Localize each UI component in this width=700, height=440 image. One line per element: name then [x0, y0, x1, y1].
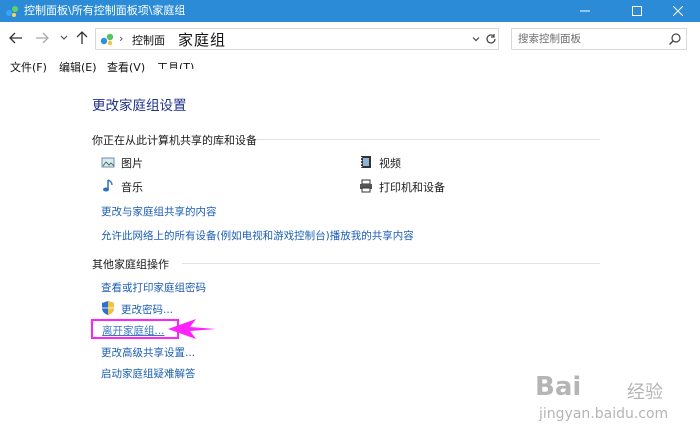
menu-file[interactable]: 文件(F)	[10, 59, 47, 75]
page-title: 更改家庭组设置	[92, 98, 187, 114]
pictures-label: 图片	[121, 157, 143, 170]
homegroup-icon	[100, 33, 114, 46]
window-title: 控制面板\所有控制面板项\家庭组	[24, 4, 186, 17]
breadcrumb-separator: ›	[119, 32, 124, 45]
pictures-icon	[101, 157, 115, 168]
advanced-sharing-link[interactable]: 更改高级共享设置...	[101, 345, 195, 360]
music-icon	[103, 179, 113, 192]
view-print-password-link[interactable]: 查看或打印家庭组密码	[101, 280, 206, 295]
shared-section-divider	[256, 139, 600, 140]
troubleshooter-link[interactable]: 启动家庭组疑难解答	[101, 366, 196, 381]
close-icon	[673, 6, 683, 16]
other-section-divider	[182, 263, 600, 264]
control-panel-window: 控制面板\所有控制面板项\家庭组 › 控制面 家庭组 搜索控制面板 文件(F) …	[0, 0, 700, 440]
address-dropdown-icon[interactable]	[470, 33, 482, 45]
address-bar[interactable]: › 控制面 家庭组	[95, 28, 499, 50]
videos-label: 视频	[379, 157, 401, 170]
menu-edit[interactable]: 编辑(E)	[59, 59, 97, 75]
arrow-up-icon	[76, 31, 88, 44]
change-shared-content-link[interactable]: 更改与家庭组共享的内容	[101, 204, 217, 219]
change-password-link[interactable]: 更改密码...	[121, 302, 173, 317]
breadcrumb-homegroup[interactable]: 家庭组	[178, 29, 226, 50]
back-button[interactable]	[8, 30, 24, 46]
shared-item-pictures: 图片	[101, 155, 201, 170]
menu-view[interactable]: 查看(V)	[107, 59, 145, 75]
shared-item-printers: 打印机和设备	[359, 179, 479, 194]
printer-icon	[360, 179, 372, 193]
other-section-heading: 其他家庭组操作	[92, 258, 169, 271]
search-input[interactable]	[518, 32, 658, 46]
forward-button[interactable]	[34, 30, 50, 46]
music-label: 音乐	[121, 181, 143, 194]
allow-devices-stream-link[interactable]: 允许此网络上的所有设备(例如电视和游戏控制台)播放我的共享内容	[101, 228, 414, 243]
pointer-arrow-icon	[168, 319, 216, 339]
up-button[interactable]	[74, 30, 90, 46]
watermark-url: jingyan.baidu.com	[539, 406, 669, 422]
homegroup-app-icon	[6, 6, 18, 17]
close-button[interactable]	[656, 0, 700, 22]
breadcrumb-control-panel[interactable]: 控制面	[132, 32, 165, 48]
watermark-brand: Bai	[535, 372, 582, 402]
navigation-bar: › 控制面 家庭组	[0, 22, 700, 56]
leave-homegroup-link[interactable]: 离开家庭组...	[102, 323, 165, 338]
watermark-brand-suffix: 经验	[627, 382, 663, 403]
shared-item-music: 音乐	[101, 179, 201, 194]
shared-section-heading: 你正在从此计算机共享的库和设备	[92, 134, 257, 147]
search-box[interactable]	[511, 28, 687, 50]
maximize-icon	[632, 6, 642, 16]
arrow-right-icon	[36, 32, 49, 44]
uac-shield-icon	[102, 301, 114, 315]
menu-bar: 文件(F) 编辑(E) 查看(V) 工具(T)	[0, 56, 700, 76]
recent-locations-button[interactable]	[58, 30, 70, 46]
menu-tools[interactable]: 工具(T)	[157, 59, 194, 69]
shared-item-videos: 视频	[359, 155, 459, 170]
arrow-left-icon	[9, 32, 22, 44]
search-icon[interactable]	[668, 32, 682, 46]
title-bar[interactable]: 控制面板\所有控制面板项\家庭组	[0, 0, 700, 22]
minimize-icon	[580, 10, 590, 12]
minimize-button[interactable]	[562, 0, 608, 22]
printers-label: 打印机和设备	[379, 181, 445, 194]
chevron-down-icon	[60, 35, 68, 40]
refresh-icon[interactable]	[484, 32, 498, 46]
maximize-button[interactable]	[614, 0, 660, 22]
videos-icon	[361, 156, 371, 168]
baidu-watermark: Bai 经验 jingyan.baidu.com	[535, 372, 695, 438]
